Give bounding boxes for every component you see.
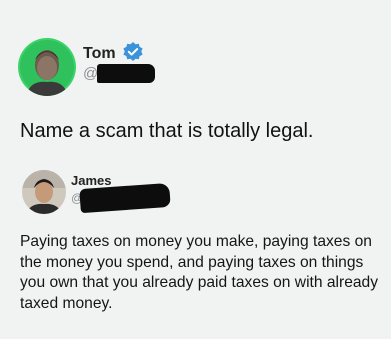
reply-text: Paying taxes on money you make, paying t… (20, 233, 379, 312)
main-tweet: Tom @ Name a scam that is totally legal. (0, 0, 391, 150)
tweet-author-name[interactable]: Tom (83, 45, 116, 63)
tom-avatar[interactable] (18, 38, 76, 96)
tweet-text: Name a scam that is totally legal. (20, 120, 314, 142)
redaction-bar (79, 182, 171, 214)
reply-author-name[interactable]: James (71, 173, 111, 188)
avatar-photo-icon (22, 170, 66, 214)
avatar-photo-icon (18, 38, 76, 96)
redaction-bar (97, 64, 155, 83)
james-avatar[interactable] (22, 170, 66, 214)
tweet-author-handle[interactable]: @ (83, 65, 98, 82)
verified-badge-icon (122, 41, 144, 63)
reply-tweet: James @ Paying taxes on money you make, … (0, 160, 391, 339)
